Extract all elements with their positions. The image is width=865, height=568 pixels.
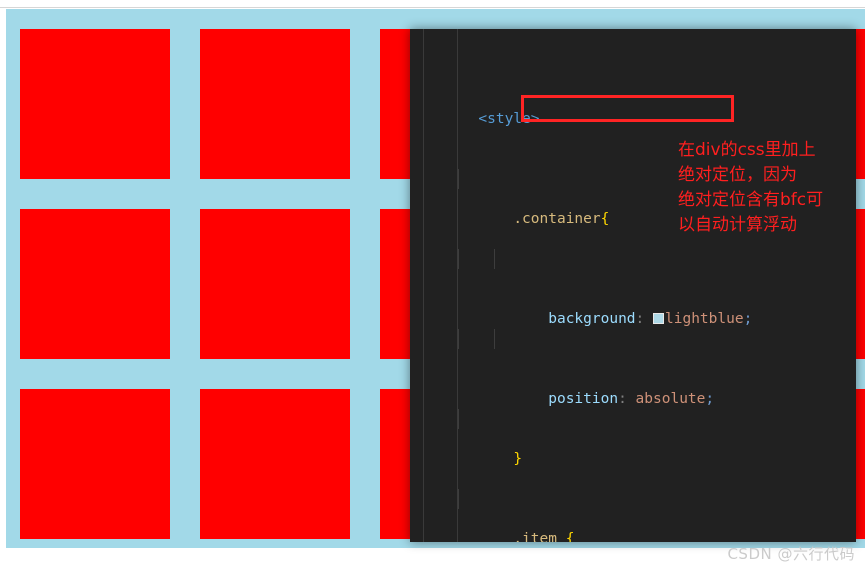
- annotation-line-1: 在div的css里加上: [678, 140, 816, 160]
- indent-guide: [458, 169, 459, 189]
- indent-guide: [494, 329, 495, 349]
- value-lightblue: lightblue: [665, 311, 744, 327]
- item-div: [200, 389, 350, 539]
- annotation-line-3: 绝对定位含有bfc可: [678, 190, 824, 210]
- semicolon: ;: [743, 311, 753, 327]
- color-swatch-lightblue-icon: [653, 313, 665, 324]
- item-div: [20, 209, 170, 359]
- code-line[interactable]: position: absolute;: [410, 329, 856, 407]
- csdn-watermark: CSDN @六行代码: [727, 545, 855, 563]
- brace-close: }: [513, 451, 523, 467]
- indent-guide: [458, 489, 459, 509]
- annotation-line-4: 以自动计算浮动: [678, 215, 797, 235]
- annotation-text: 在div的css里加上 绝对定位，因为 绝对定位含有bfc可 以自动计算浮动: [678, 138, 858, 238]
- code-line[interactable]: }: [410, 409, 856, 467]
- property-position: position: [548, 391, 619, 407]
- semicolon: ;: [705, 391, 715, 407]
- annotation-highlight-box: [521, 95, 734, 122]
- item-div: [200, 209, 350, 359]
- indent-guide: [458, 249, 459, 269]
- indent-guide: [494, 249, 495, 269]
- code-line[interactable]: background: lightblue;: [410, 249, 856, 327]
- annotation-line-2: 绝对定位，因为: [678, 165, 797, 185]
- brace-open: {: [556, 531, 575, 542]
- page-top-divider: [0, 7, 865, 8]
- brace-open: {: [600, 211, 610, 227]
- colon: :: [618, 391, 636, 407]
- value-absolute: absolute: [635, 391, 706, 407]
- item-div: [20, 389, 170, 539]
- item-div: [20, 29, 170, 179]
- indent-guide: [458, 409, 459, 429]
- selector-item: .item: [513, 531, 557, 542]
- colon: :: [635, 311, 654, 327]
- property-background: background: [548, 311, 636, 327]
- indent-guide: [458, 329, 459, 349]
- code-line[interactable]: .item {: [410, 489, 856, 542]
- item-div: [200, 29, 350, 179]
- selector-container: .container: [513, 211, 601, 227]
